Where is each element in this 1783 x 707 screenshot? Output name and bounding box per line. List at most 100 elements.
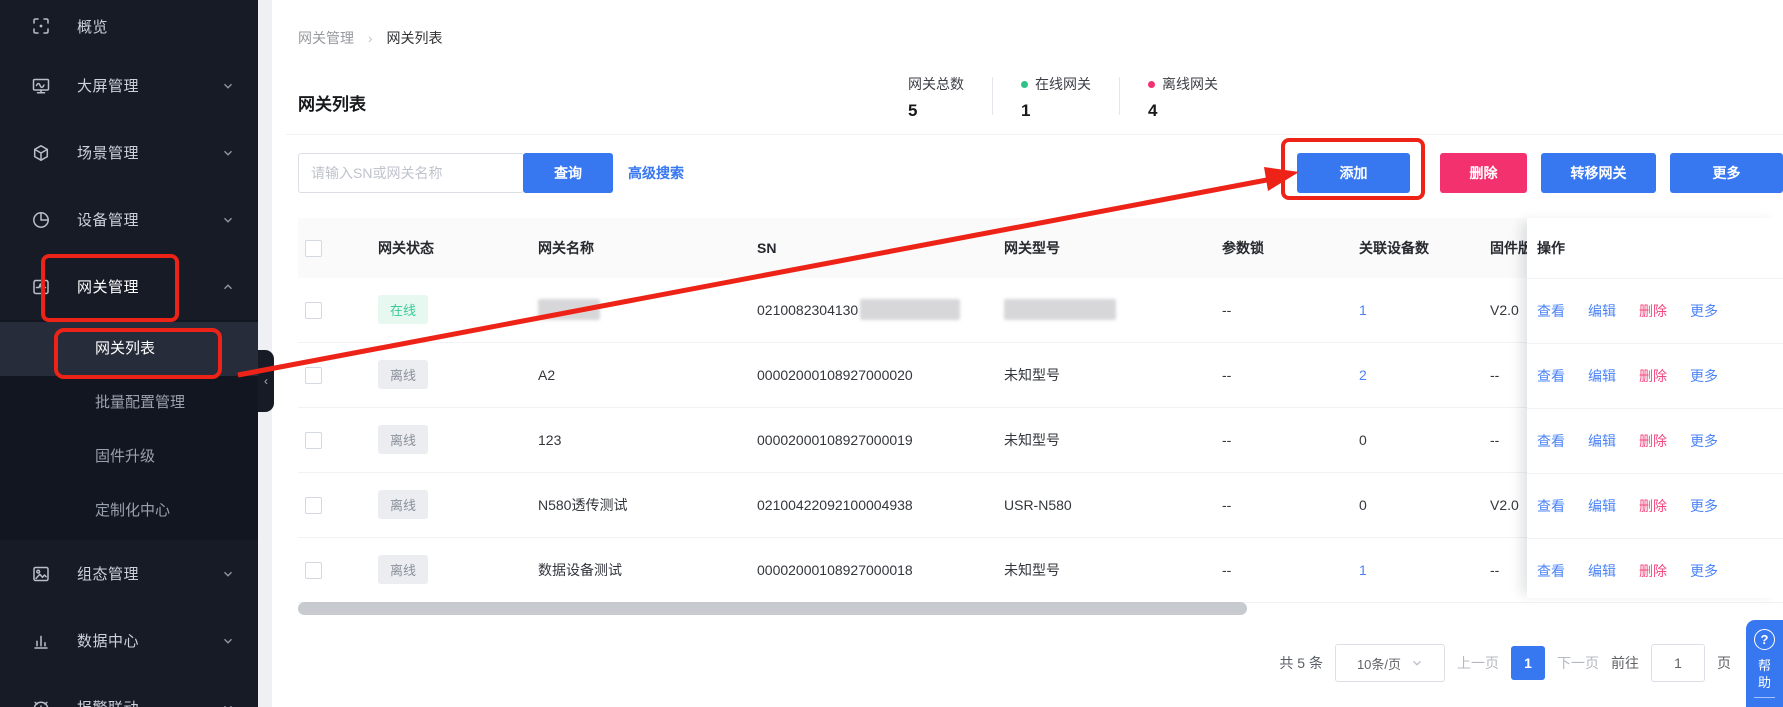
row-action-view[interactable]: 查看 — [1537, 561, 1565, 581]
page-size-value: 10条/页 — [1357, 654, 1401, 673]
sidebar-item-device[interactable]: 设备管理 — [0, 186, 258, 253]
gateway-sn: 00002000108927000018 — [757, 562, 913, 578]
stat-total-value: 5 — [908, 101, 964, 121]
column-header-firmware: 固件版本 — [1490, 218, 1528, 278]
row-action-view[interactable]: 查看 — [1537, 366, 1565, 386]
row-checkbox[interactable] — [305, 497, 322, 514]
sidebar-item-datacenter[interactable]: 数据中心 — [0, 607, 258, 674]
redacted-model — [1004, 299, 1116, 320]
offline-dot — [1148, 81, 1155, 88]
search-input[interactable] — [298, 153, 524, 193]
row-checkbox[interactable] — [305, 302, 322, 319]
sidebar-subitem-gateway-list[interactable]: 网关列表 — [0, 322, 258, 376]
row-action-delete[interactable]: 删除 — [1639, 301, 1667, 321]
stat-total: 网关总数 5 — [880, 74, 992, 121]
chevron-down-icon — [222, 80, 234, 92]
row-checkbox[interactable] — [305, 562, 322, 579]
page-size-select[interactable]: 10条/页 — [1335, 644, 1445, 682]
goto-prefix: 前往 — [1611, 653, 1639, 673]
horizontal-scrollbar-thumb[interactable] — [298, 602, 1247, 615]
row-action-edit[interactable]: 编辑 — [1588, 431, 1616, 451]
help-widget[interactable]: ? 帮助 — [1746, 620, 1783, 707]
toolbar: 查询 高级搜索 添加 删除 转移网关 更多 — [272, 153, 1783, 193]
row-action-view[interactable]: 查看 — [1537, 431, 1565, 451]
transfer-gateway-button[interactable]: 转移网关 — [1541, 153, 1656, 193]
stat-offline-value: 4 — [1148, 101, 1218, 121]
sidebar-item-label: 概览 — [77, 16, 108, 37]
breadcrumb-item-parent[interactable]: 网关管理 — [298, 30, 354, 46]
gateway-sn: 00002000108927000020 — [757, 367, 913, 383]
chevron-down-icon — [222, 147, 234, 159]
row-action-edit[interactable]: 编辑 — [1588, 301, 1616, 321]
stat-offline: 离线网关 4 — [1120, 74, 1246, 121]
goto-page-input[interactable] — [1651, 644, 1705, 682]
row-action-more[interactable]: 更多 — [1690, 431, 1718, 451]
linked-devices-count[interactable]: 1 — [1359, 302, 1367, 318]
question-icon: ? — [1754, 629, 1775, 650]
row-action-edit[interactable]: 编辑 — [1588, 561, 1616, 581]
sidebar-item-scene[interactable]: 场景管理 — [0, 119, 258, 186]
sidebar-subitem-custom-center[interactable]: 定制化中心 — [0, 484, 258, 538]
add-button[interactable]: 添加 — [1297, 153, 1410, 193]
sidebar-item-scada[interactable]: 组态管理 — [0, 540, 258, 607]
row-actions: 查看 编辑 删除 更多 — [1527, 538, 1783, 603]
prev-page-button[interactable]: 上一页 — [1457, 653, 1499, 673]
pagination: 共 5 条 10条/页 上一页 1 下一页 前往 页 — [1279, 640, 1731, 686]
gateway-name: 数据设备测试 — [538, 560, 622, 580]
row-action-view[interactable]: 查看 — [1537, 496, 1565, 516]
row-action-more[interactable]: 更多 — [1690, 301, 1718, 321]
online-dot — [1021, 81, 1028, 88]
sidebar-item-alarm[interactable]: 报警联动 — [0, 674, 258, 707]
actions-fixed-column: 操作 查看编辑删除更多查看编辑删除更多查看编辑删除更多查看编辑删除更多查看编辑删… — [1527, 218, 1783, 598]
param-lock-value: -- — [1222, 408, 1231, 471]
sidebar-subitem-firmware-upgrade[interactable]: 固件升级 — [0, 430, 258, 484]
current-page-button[interactable]: 1 — [1511, 646, 1545, 680]
row-action-delete[interactable]: 删除 — [1639, 561, 1667, 581]
row-action-view[interactable]: 查看 — [1537, 301, 1565, 321]
chevron-down-icon — [222, 635, 234, 647]
row-action-delete[interactable]: 删除 — [1639, 431, 1667, 451]
gateway-sn: 00002000108927000019 — [757, 432, 913, 448]
firmware-version: V2.0 — [1490, 278, 1528, 341]
breadcrumb-item-current: 网关列表 — [386, 30, 442, 46]
row-action-more[interactable]: 更多 — [1690, 496, 1718, 516]
gateway-name: 123 — [538, 432, 561, 448]
row-action-edit[interactable]: 编辑 — [1588, 496, 1616, 516]
sidebar-item-bigscreen[interactable]: 大屏管理 — [0, 52, 258, 119]
chevron-down-icon — [222, 214, 234, 226]
param-lock-value: -- — [1222, 473, 1231, 536]
column-header-model: 网关型号 — [1004, 218, 1060, 278]
row-action-more[interactable]: 更多 — [1690, 366, 1718, 386]
sidebar-item-label: 报警联动 — [77, 697, 139, 707]
page-title: 网关列表 — [298, 90, 366, 115]
next-page-button[interactable]: 下一页 — [1557, 653, 1599, 673]
chevron-down-icon — [222, 568, 234, 580]
header-divider — [286, 134, 1783, 135]
row-checkbox[interactable] — [305, 432, 322, 449]
row-checkbox[interactable] — [305, 367, 322, 384]
row-action-delete[interactable]: 删除 — [1639, 496, 1667, 516]
delete-button[interactable]: 删除 — [1440, 153, 1527, 193]
advanced-search-link[interactable]: 高级搜索 — [628, 163, 684, 183]
gateway-sn: 02100422092100004938 — [757, 497, 913, 513]
more-button[interactable]: 更多 — [1670, 153, 1783, 193]
row-action-edit[interactable]: 编辑 — [1588, 366, 1616, 386]
breadcrumb-separator: › — [368, 30, 373, 46]
stat-total-label: 网关总数 — [908, 74, 964, 94]
sidebar-item-gateway[interactable]: 网关管理 — [0, 253, 258, 320]
row-action-more[interactable]: 更多 — [1690, 561, 1718, 581]
row-action-delete[interactable]: 删除 — [1639, 366, 1667, 386]
linked-devices-count: 0 — [1359, 432, 1367, 448]
sidebar-subitem-batch-config[interactable]: 批量配置管理 — [0, 376, 258, 430]
select-all-checkbox[interactable] — [305, 240, 322, 257]
linked-devices-count[interactable]: 1 — [1359, 562, 1367, 578]
main-content: 网关管理 › 网关列表 网关列表 网关总数 5 在线网关 1 离线网关 4 — [272, 0, 1783, 707]
sidebar-item-overview[interactable]: 概览 — [0, 0, 258, 52]
linked-devices-count[interactable]: 2 — [1359, 367, 1367, 383]
query-button[interactable]: 查询 — [523, 153, 613, 193]
gateway-icon — [30, 276, 52, 298]
sidebar: 概览大屏管理场景管理设备管理网关管理网关列表批量配置管理固件升级定制化中心组态管… — [0, 0, 258, 707]
sidebar-collapse-handle[interactable]: ‹ — [258, 350, 274, 412]
column-header-lock: 参数锁 — [1222, 218, 1264, 278]
stat-online: 在线网关 1 — [993, 74, 1119, 121]
